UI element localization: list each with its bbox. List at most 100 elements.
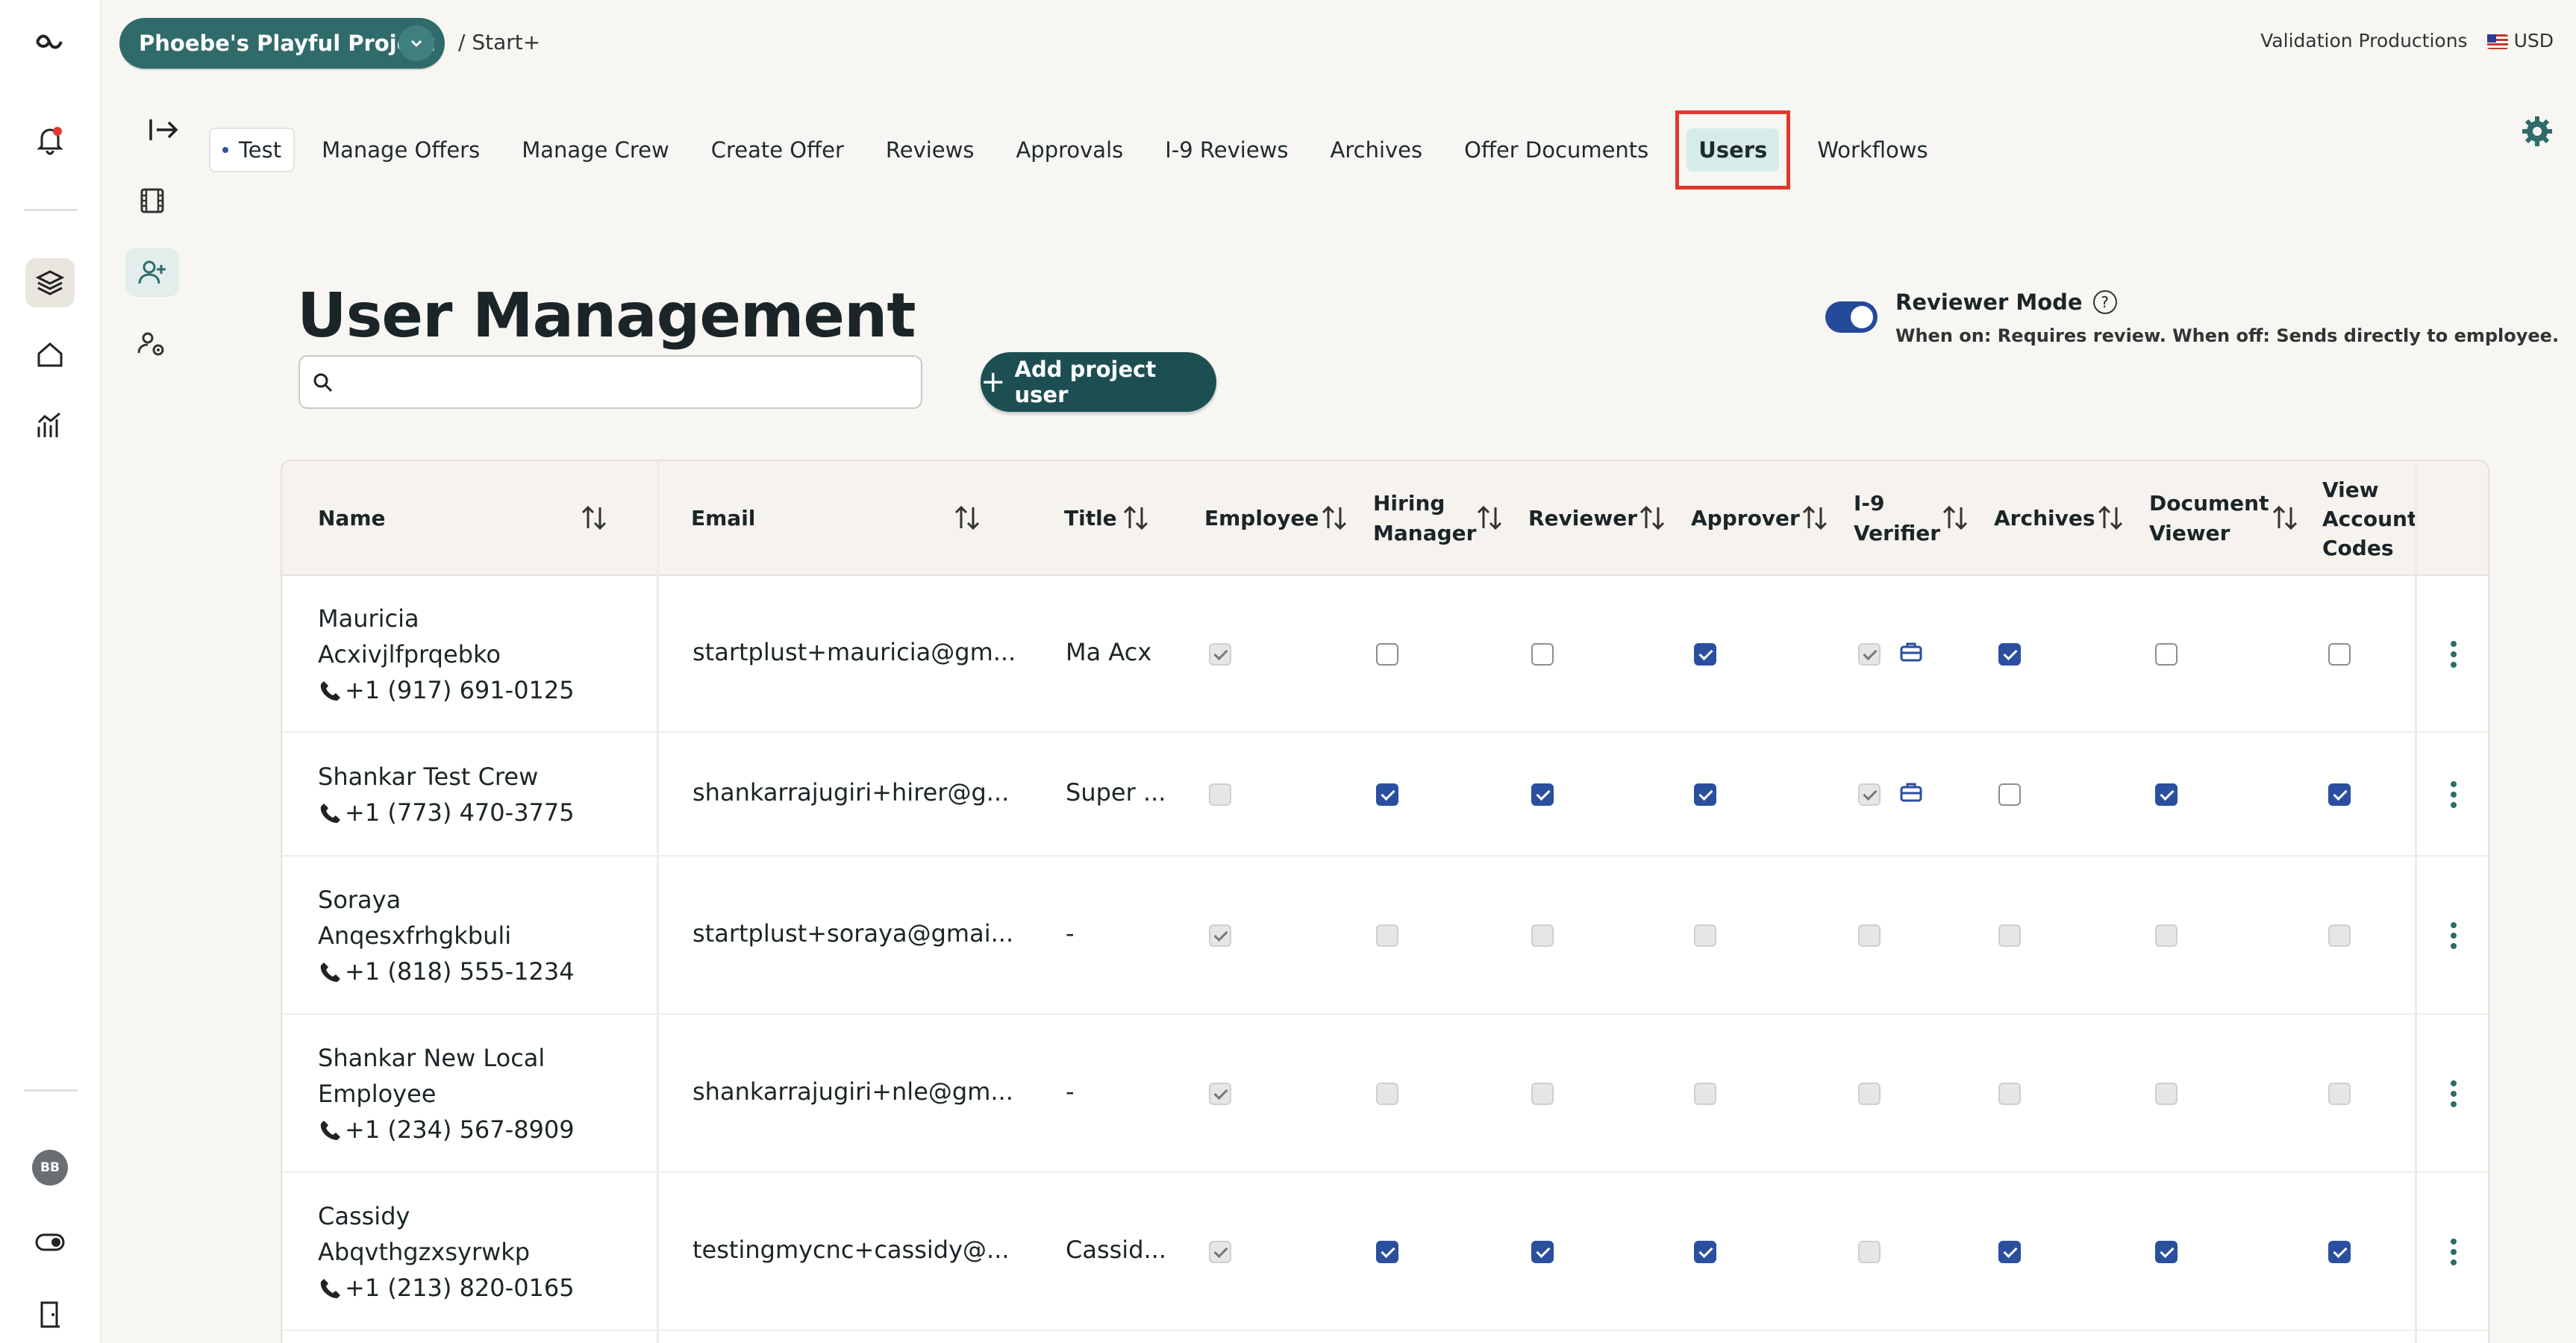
row-menu-kebab-icon[interactable] bbox=[2449, 639, 2458, 672]
exit-door-icon[interactable] bbox=[25, 1289, 75, 1339]
tab-manage-crew[interactable]: Manage Crew bbox=[501, 128, 690, 172]
row-menu-kebab-icon[interactable] bbox=[2449, 921, 2458, 954]
tab-reviews[interactable]: Reviews bbox=[865, 128, 995, 172]
us-flag-icon bbox=[2486, 34, 2508, 49]
rail-divider bbox=[24, 209, 78, 211]
sort-icon[interactable] bbox=[1319, 503, 1349, 533]
search-icon bbox=[313, 373, 333, 392]
users-settings-icon[interactable] bbox=[125, 319, 179, 369]
collapse-sidebar-icon[interactable] bbox=[146, 112, 182, 148]
employee-checkbox bbox=[1209, 924, 1231, 947]
notifications-bell-icon[interactable] bbox=[25, 115, 75, 164]
row-menu-kebab-icon[interactable] bbox=[2449, 1237, 2458, 1270]
header-reviewer: Reviewer bbox=[1528, 506, 1638, 530]
employee-checkbox bbox=[1209, 783, 1231, 806]
tab-workflows[interactable]: Workflows bbox=[1796, 128, 1948, 172]
row-menu-kebab-icon[interactable] bbox=[2449, 1079, 2458, 1112]
view-account-codes-checkbox[interactable] bbox=[2328, 783, 2351, 806]
reviewer-checkbox[interactable] bbox=[1531, 643, 1554, 666]
film-icon[interactable] bbox=[125, 176, 179, 225]
archives-checkbox[interactable] bbox=[1998, 1241, 2021, 1263]
tab-i9-reviews[interactable]: I-9 Reviews bbox=[1144, 128, 1309, 172]
user-email: startplust+mauricia@gm... bbox=[693, 638, 1016, 666]
sort-icon[interactable] bbox=[1800, 503, 1830, 533]
phone-icon bbox=[320, 1279, 340, 1298]
tab-test[interactable]: Test bbox=[209, 128, 296, 172]
approver-checkbox[interactable] bbox=[1694, 783, 1716, 806]
i9-verifier-checkbox bbox=[1858, 1083, 1881, 1105]
document-viewer-checkbox[interactable] bbox=[2155, 783, 2178, 806]
app-logo-icon[interactable] bbox=[25, 16, 75, 66]
user-name: Employee bbox=[318, 1080, 437, 1108]
toggle-icon[interactable] bbox=[25, 1218, 75, 1267]
phone-icon bbox=[320, 804, 340, 823]
tab-manage-offers[interactable]: Manage Offers bbox=[301, 128, 501, 172]
avatar[interactable]: BB bbox=[32, 1150, 68, 1186]
approver-checkbox[interactable] bbox=[1694, 643, 1716, 666]
analytics-icon[interactable] bbox=[25, 401, 75, 451]
reviewer-checkbox[interactable] bbox=[1531, 783, 1554, 806]
view-account-codes-checkbox[interactable] bbox=[2328, 643, 2351, 666]
plus-icon: + bbox=[981, 365, 1006, 399]
user-name: Anqesxfrhgkbuli bbox=[318, 921, 512, 950]
hiring-manager-checkbox[interactable] bbox=[1376, 783, 1398, 806]
document-viewer-checkbox[interactable] bbox=[2155, 1241, 2178, 1263]
header-hiring: Hiring bbox=[1373, 491, 1445, 516]
user-email: shankarrajugiri+hirer@g... bbox=[693, 778, 1010, 807]
document-viewer-checkbox[interactable] bbox=[2155, 643, 2178, 666]
approver-checkbox[interactable] bbox=[1694, 1241, 1716, 1263]
user-title: - bbox=[1066, 1077, 1075, 1106]
sort-icon[interactable] bbox=[952, 503, 982, 533]
reviewer-mode-heading: Reviewer Mode? bbox=[1895, 289, 2117, 315]
tab-create-offer[interactable]: Create Offer bbox=[690, 128, 865, 172]
header-view: View bbox=[2322, 477, 2379, 502]
reviewer-mode-title: Reviewer Mode bbox=[1895, 289, 2083, 315]
view-account-codes-checkbox[interactable] bbox=[2328, 1241, 2351, 1263]
sort-icon[interactable] bbox=[1121, 503, 1151, 533]
add-user-icon[interactable] bbox=[125, 248, 179, 297]
table-row: Cassidy Abqvthgzxsyrwkp +1 (213) 820-0165 t… bbox=[282, 1173, 2488, 1331]
hiring-manager-checkbox[interactable] bbox=[1376, 1241, 1398, 1263]
search-input[interactable] bbox=[298, 355, 922, 409]
hiring-manager-checkbox[interactable] bbox=[1376, 643, 1398, 666]
reviewer-checkbox[interactable] bbox=[1531, 1241, 1554, 1263]
gear-icon[interactable] bbox=[2519, 113, 2555, 149]
home-icon[interactable] bbox=[25, 330, 75, 379]
briefcase-icon[interactable] bbox=[1898, 639, 1924, 665]
row-menu-kebab-icon[interactable] bbox=[2449, 780, 2458, 813]
tab-offer-documents[interactable]: Offer Documents bbox=[1443, 128, 1669, 172]
company-name[interactable]: Validation Productions bbox=[2260, 30, 2467, 51]
tab-archives[interactable]: Archives bbox=[1310, 128, 1444, 172]
briefcase-icon[interactable] bbox=[1898, 780, 1924, 805]
view-account-codes-checkbox bbox=[2328, 924, 2351, 947]
user-name: Cassidy bbox=[318, 1202, 410, 1230]
sort-icon[interactable] bbox=[1940, 503, 1970, 533]
sort-icon[interactable] bbox=[2095, 503, 2125, 533]
archives-checkbox[interactable] bbox=[1998, 643, 2021, 666]
header-hiring-manager: Hiring Manager bbox=[1373, 461, 1476, 576]
reviewer-mode-toggle[interactable] bbox=[1825, 301, 1878, 333]
user-phone: +1 (917) 691-0125 bbox=[318, 672, 631, 708]
page-title: User Management bbox=[297, 281, 916, 351]
project-selector[interactable]: Phoebe's Playful Project bbox=[119, 18, 445, 69]
tab-approvals[interactable]: Approvals bbox=[995, 128, 1144, 172]
sort-icon[interactable] bbox=[579, 503, 609, 533]
breadcrumb[interactable]: / Start+ bbox=[458, 30, 540, 54]
layers-icon[interactable] bbox=[25, 258, 75, 307]
sort-icon[interactable] bbox=[1475, 503, 1504, 533]
sort-icon[interactable] bbox=[1637, 503, 1667, 533]
user-name: Shankar Test Crew bbox=[318, 763, 539, 791]
tab-users[interactable]: Users bbox=[1686, 128, 1780, 172]
phone-icon bbox=[320, 681, 340, 701]
help-icon[interactable]: ? bbox=[2092, 290, 2117, 314]
phone-number: +1 (234) 567-8909 bbox=[345, 1115, 575, 1144]
archives-checkbox[interactable] bbox=[1998, 783, 2021, 806]
archives-checkbox bbox=[1998, 1083, 2021, 1105]
currency-selector[interactable]: USD bbox=[2486, 30, 2554, 51]
status-dot bbox=[222, 147, 228, 153]
add-project-user-button[interactable]: + Add project user bbox=[981, 352, 1216, 412]
user-title: Ma Acx bbox=[1066, 638, 1152, 666]
user-phone: +1 (773) 470-3775 bbox=[318, 795, 631, 830]
sort-icon[interactable] bbox=[2270, 503, 2300, 533]
header-view-account-codes: View Account Codes bbox=[2322, 461, 2417, 576]
